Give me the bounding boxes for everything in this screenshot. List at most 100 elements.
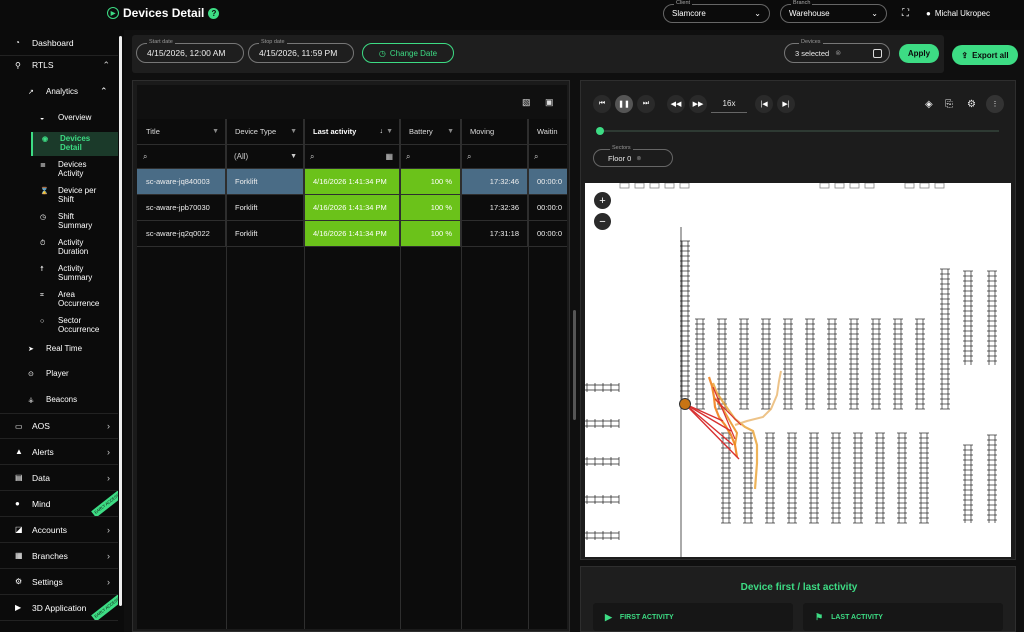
top-bar: ▶ Devices Detail ? Client Slamcore ⌄ Bra… [0, 0, 1024, 30]
panel-splitter[interactable] [573, 310, 576, 420]
warehouse-map[interactable] [585, 182, 1011, 557]
cell-title: sc-aware-jpb70030 [137, 195, 226, 221]
filter-icon[interactable]: ▼ [447, 128, 454, 135]
early-access-badge: EARLY ACCESS [91, 491, 118, 516]
pause-icon[interactable]: ❚❚ [615, 95, 633, 113]
apply-button[interactable]: Apply [899, 44, 939, 63]
sidebar-scrollbar[interactable] [119, 36, 122, 606]
cell-device-type: Forklift [226, 195, 304, 221]
start-date-field[interactable]: Start date 4/15/2026, 12:00 AM [136, 39, 244, 63]
export-all-button[interactable]: ⇪ Export all [952, 45, 1018, 65]
rack-left [585, 383, 620, 392]
column-header-last-activity[interactable]: Last activity ↓ ▼ [304, 119, 400, 145]
column-divider [461, 119, 462, 629]
column-header-device-type[interactable]: Device Type ▼ [226, 119, 304, 145]
device-type-filter[interactable]: (All) ▼ [226, 145, 304, 169]
waiting-filter-cell[interactable]: ⌕ [528, 145, 567, 169]
timeline-track[interactable] [599, 130, 999, 132]
brain-icon: ● [15, 499, 20, 508]
chevron-right-icon: › [107, 576, 110, 587]
device-position-marker[interactable] [679, 398, 691, 410]
rack-upper [739, 318, 749, 410]
sidebar-item-rtls[interactable]: ⚲ RTLS ⌃ [0, 52, 118, 78]
column-header-waiting[interactable]: Waitin [528, 119, 567, 145]
sidebar-item-accounts[interactable]: ◪ Accounts › [0, 517, 118, 543]
gear-icon[interactable]: ⚙ [967, 99, 976, 110]
zoom-out-icon[interactable]: − [594, 213, 611, 230]
sidebar-item-data[interactable]: ▤ Data › [0, 465, 118, 491]
branch-select[interactable]: Branch Warehouse ⌄ [780, 0, 887, 23]
cell-battery: 100 % [400, 169, 461, 195]
skip-end-icon[interactable]: ⏭ [637, 95, 655, 113]
rack-upper [695, 318, 705, 410]
next-frame-icon[interactable]: ▶| [777, 95, 795, 113]
rack-lower [853, 432, 863, 524]
column-chooser-icon[interactable]: ▣ [545, 97, 554, 108]
filter-icon[interactable]: ▼ [212, 128, 219, 135]
fast-forward-icon[interactable]: ▶▶ [689, 95, 707, 113]
user-menu[interactable]: ● Michal Ukropec [926, 9, 990, 18]
last-activity-filter[interactable]: ⌕ ▦ [304, 145, 400, 169]
client-select[interactable]: Client Slamcore ⌄ [663, 0, 770, 23]
sectors-select[interactable]: Sectors Floor 0 ⊗ [593, 145, 673, 167]
sidebar-item-aos[interactable]: ▭ AOS › [0, 413, 118, 439]
playback-speed[interactable]: 16x [711, 95, 747, 113]
clear-icon[interactable]: ⊗ [636, 155, 641, 162]
column-header-title[interactable]: Title ▼ [137, 119, 226, 145]
sidebar-item-settings[interactable]: ⚙ Settings › [0, 569, 118, 595]
chevron-down-icon: ▼ [290, 153, 297, 160]
devices-select[interactable]: Devices 3 selected ⊗ [784, 39, 890, 63]
rack-upper [849, 318, 859, 410]
sidebar-item-3d-application[interactable]: ▶ 3D Application EARLY ACCESS [0, 595, 118, 621]
column-header-moving[interactable]: Moving [461, 119, 528, 145]
warehouse-map-svg [585, 182, 997, 557]
player-panel: ⏮ ❚❚ ⏭ ◀◀ ▶▶ 16x |◀ ▶| ◈ ⎘ ⚙ ⋮ Sectors F… [580, 80, 1016, 560]
rewind-icon[interactable]: ◀◀ [667, 95, 685, 113]
export-excel-icon[interactable]: ▧ [522, 97, 531, 108]
rack-upper-right [963, 270, 973, 365]
calendar-icon[interactable]: ▦ [385, 152, 393, 161]
last-activity-card[interactable]: ⚑ LAST ACTIVITY [803, 603, 1003, 631]
zoom-in-icon[interactable]: + [594, 192, 611, 209]
fullscreen-icon[interactable]: ⛶ [902, 8, 909, 19]
activity-title: Device first / last activity [740, 582, 858, 593]
checkbox-icon[interactable] [873, 48, 882, 58]
stop-date-field[interactable]: Stop date 4/15/2026, 11:59 PM [248, 39, 354, 63]
more-options-icon[interactable]: ⋮ [986, 95, 1004, 113]
export-icon[interactable]: ⎘ [945, 99, 953, 110]
sidebar-item-mind[interactable]: ● Mind EARLY ACCESS [0, 491, 118, 517]
sidebar-item-branches[interactable]: ▦ Branches › [0, 543, 118, 569]
rack-left [585, 531, 620, 540]
sidebar-item-alerts[interactable]: ▲ Alerts › [0, 439, 118, 465]
moving-filter-cell[interactable]: ⌕ [461, 145, 528, 169]
skip-start-icon[interactable]: ⏮ [593, 95, 611, 113]
rack-lower [765, 432, 775, 524]
timeline-handle[interactable] [596, 127, 604, 135]
top-edge-markers [619, 182, 945, 189]
rack-left [585, 495, 620, 504]
cell-waiting: 00:00:0 [528, 221, 567, 247]
rack-upper-right [987, 270, 997, 365]
hourglass-icon: ⌛ [40, 188, 49, 195]
chevron-right-icon: › [107, 472, 110, 483]
first-activity-card[interactable]: ▶ FIRST ACTIVITY [593, 603, 793, 631]
cell-waiting: 00:00:0 [528, 195, 567, 221]
help-icon[interactable]: ? [208, 7, 220, 19]
previous-frame-icon[interactable]: |◀ [755, 95, 773, 113]
cell-device-type: Forklift [226, 169, 304, 195]
filter-icon[interactable]: ▼ [386, 128, 393, 135]
rack-lower [831, 432, 841, 524]
column-header-battery[interactable]: Battery ▼ [400, 119, 461, 145]
rack-lower [809, 432, 819, 524]
play-icon: ▶ [15, 603, 22, 612]
rack-layer [585, 240, 997, 540]
rack-upper [915, 318, 925, 410]
rack-upper [761, 318, 771, 410]
cell-moving: 17:32:46 [461, 169, 528, 195]
filter-icon[interactable]: ▼ [290, 128, 297, 135]
battery-filter-cell[interactable]: ⌕ [400, 145, 461, 169]
clear-icon[interactable]: ⊗ [835, 49, 841, 57]
title-filter-cell[interactable]: ⌕ [137, 145, 226, 169]
change-date-button[interactable]: ◷ Change Date [362, 43, 454, 63]
layers-icon[interactable]: ◈ [925, 99, 933, 110]
